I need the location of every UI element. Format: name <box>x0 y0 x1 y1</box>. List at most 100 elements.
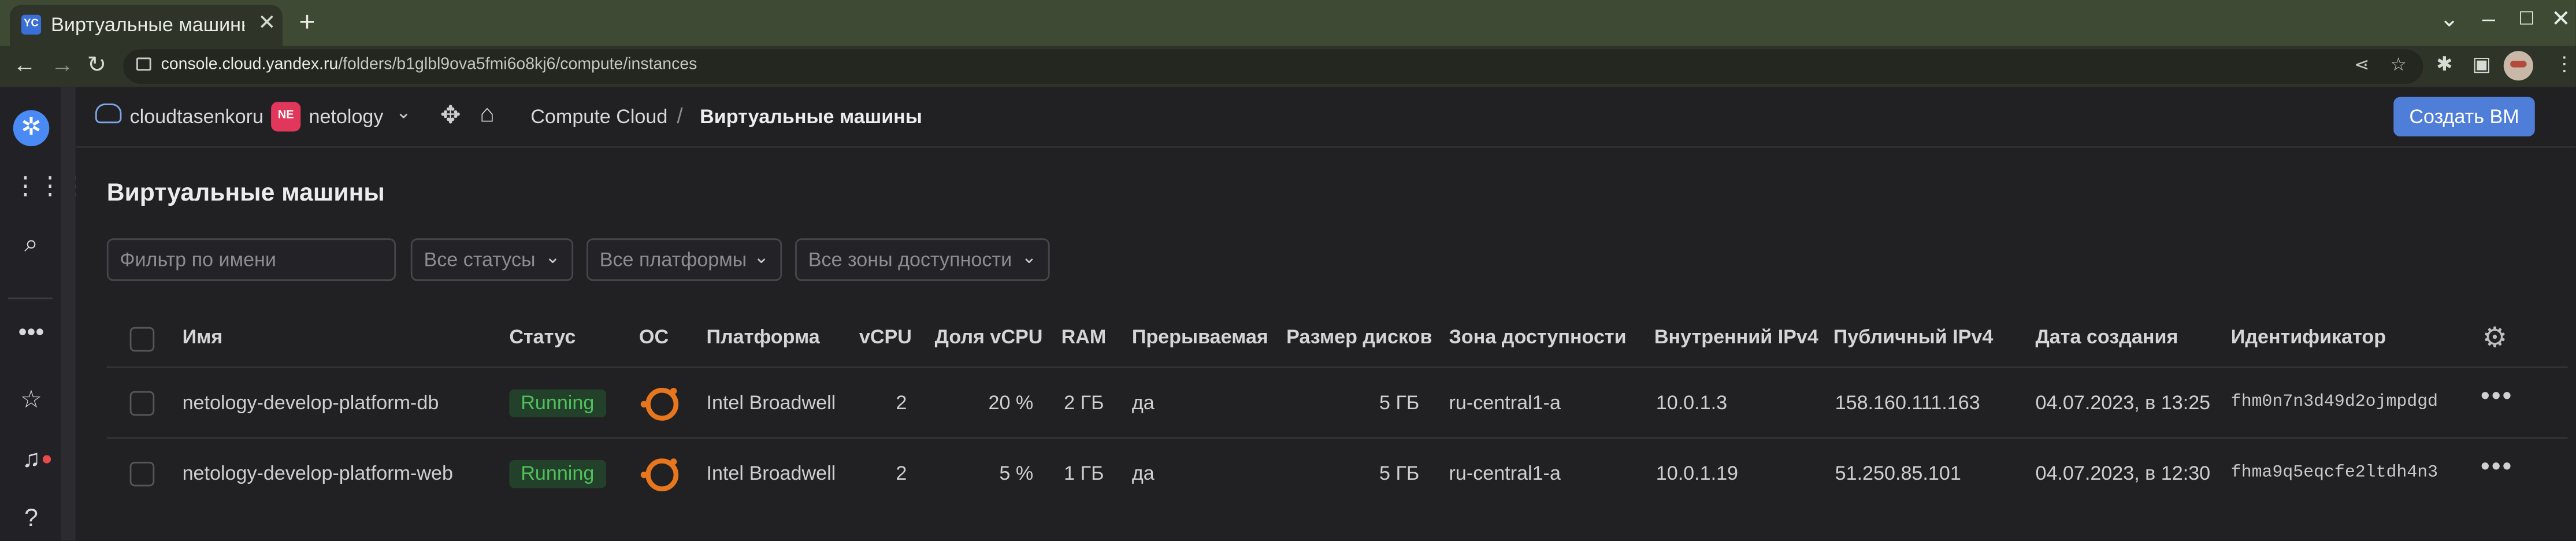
favorites-star-icon[interactable]: ☆ <box>13 383 50 419</box>
chevron-down-icon: ⌄ <box>1021 248 1037 268</box>
id-cell: fhma9q5eqcfe2ltdh4n3 <box>2230 463 2438 483</box>
column-header-vcpu-share[interactable]: Доля vCPU <box>935 325 1043 349</box>
table-settings-gear-icon[interactable]: ⚙ <box>2482 322 2507 355</box>
console-main: cloudtasenkoru NE netology ⌄ ✥ ⌂ Compute… <box>75 87 2576 541</box>
zone-filter-select[interactable]: Все зоны доступности ⌄ <box>795 238 1050 281</box>
new-tab-icon[interactable]: + <box>299 6 315 39</box>
resource-manager-icon[interactable]: ✥ <box>440 100 461 129</box>
internal-ip-cell: 10.0.1.19 <box>1656 461 1739 485</box>
row-actions-icon[interactable]: ••• <box>2481 383 2513 412</box>
extensions-icon[interactable]: ✱ <box>2436 53 2453 76</box>
browser-toolbar: ← → ↻ console.cloud.yandex.ru/folders/b1… <box>0 46 2576 87</box>
search-icon[interactable]: ⌕ <box>13 227 50 263</box>
select-all-checkbox[interactable] <box>129 327 155 352</box>
help-icon[interactable]: ? <box>13 501 50 538</box>
vm-name[interactable]: netology-develop-platform-web <box>183 462 453 485</box>
created-cell: 04.07.2023, в 13:25 <box>2035 391 2211 414</box>
header-divider <box>106 366 2568 368</box>
zone-cell: ru-central1-a <box>1449 461 1561 485</box>
ubuntu-icon <box>640 387 679 421</box>
row-actions-icon[interactable]: ••• <box>2481 454 2513 483</box>
platform-cell: Intel Broadwell <box>706 391 836 414</box>
breadcrumb-current: Виртуальные машины <box>700 105 922 128</box>
tab-title: Виртуальные машины | Y <box>51 13 244 36</box>
maximize-icon[interactable]: ☐ <box>2518 8 2534 29</box>
column-header-disk-size[interactable]: Размер дисков <box>1286 325 1432 349</box>
disk-size-cell: 5 ГБ <box>1379 391 1420 414</box>
status-badge: Running <box>509 389 606 418</box>
column-header-id[interactable]: Идентификатор <box>2231 325 2386 349</box>
vcpu-cell: 2 <box>896 461 907 485</box>
platform-filter-label: Все платформы <box>599 248 747 272</box>
close-window-icon[interactable]: ✕ <box>2551 5 2570 33</box>
profile-avatar[interactable] <box>2503 51 2533 81</box>
tab-search-chevron-icon[interactable]: ⌄ <box>2440 5 2459 33</box>
platform-cell: Intel Broadwell <box>706 461 836 485</box>
column-header-ram[interactable]: RAM <box>1061 325 1107 349</box>
nav-divider <box>8 297 53 299</box>
created-cell: 04.07.2023, в 12:30 <box>2035 461 2211 485</box>
folder-chevron-down-icon[interactable]: ⌄ <box>396 102 411 123</box>
disk-size-cell: 5 ГБ <box>1379 461 1420 485</box>
browser-tab[interactable]: YC Виртуальные машины | Y ✕ <box>10 5 283 46</box>
lock-icon <box>136 57 151 71</box>
preemptible-cell: да <box>1131 461 1155 485</box>
name-filter-placeholder: Фильтр по имени <box>120 248 276 272</box>
browser-menu-icon[interactable]: ⋮ <box>2555 53 2574 76</box>
row-divider <box>106 437 2568 439</box>
column-header-internal-ip[interactable]: Внутренний IPv4 <box>1654 325 1818 349</box>
chevron-down-icon: ⌄ <box>754 248 769 268</box>
vm-name[interactable]: netology-develop-platform-db <box>183 391 439 414</box>
column-header-os[interactable]: ОС <box>639 325 669 349</box>
column-header-public-ip[interactable]: Публичный IPv4 <box>1833 325 1994 349</box>
browser-tab-strip: YC Виртуальные машины | Y ✕ + ⌄ – ☐ ✕ <box>0 0 2576 46</box>
preemptible-cell: да <box>1131 391 1155 414</box>
column-header-zone[interactable]: Зона доступности <box>1449 325 1627 349</box>
status-filter-label: Все статусы <box>424 248 536 272</box>
row-checkbox[interactable] <box>129 461 155 487</box>
address-bar[interactable]: console.cloud.yandex.ru/folders/b1glbl9o… <box>123 49 2423 84</box>
back-icon[interactable]: ← <box>13 51 36 77</box>
internal-ip-cell: 10.0.1.3 <box>1656 391 1728 414</box>
side-panel-icon[interactable]: ▣ <box>2473 53 2491 76</box>
screen: YC Виртуальные машины | Y ✕ + ⌄ – ☐ ✕ ← … <box>0 0 2576 541</box>
home-icon[interactable]: ⌂ <box>480 100 495 128</box>
nav-strip <box>61 87 76 541</box>
url-text: console.cloud.yandex.ru/folders/b1glbl9o… <box>161 55 697 74</box>
status-badge: Running <box>509 460 606 488</box>
ram-cell: 2 ГБ <box>1064 391 1104 414</box>
platform-filter-select[interactable]: Все платформы ⌄ <box>586 238 782 281</box>
breadcrumb-compute-cloud[interactable]: Compute Cloud <box>530 105 667 128</box>
tab-close-icon[interactable]: ✕ <box>258 10 276 36</box>
column-header-name[interactable]: Имя <box>183 325 223 349</box>
more-icon[interactable]: ••• <box>13 316 50 352</box>
vcpu-cell: 2 <box>896 391 907 414</box>
create-vm-button[interactable]: Создать ВМ <box>2393 97 2535 136</box>
share-icon[interactable]: ⋖ <box>2354 54 2369 76</box>
row-checkbox[interactable] <box>129 391 155 416</box>
column-header-platform[interactable]: Платформа <box>706 325 819 349</box>
column-header-preemptible[interactable]: Прерываемая <box>1132 325 1268 349</box>
status-filter-select[interactable]: Все статусы ⌄ <box>410 238 574 281</box>
chevron-down-icon: ⌄ <box>545 248 561 268</box>
forward-icon[interactable]: → <box>51 51 74 77</box>
cloud-name[interactable]: cloudtasenkoru <box>130 105 263 128</box>
left-navigation: ✲ ⋮⋮⋮ ⌕ ••• ☆ ♫ ? <box>0 87 87 541</box>
all-services-icon[interactable]: ⋮⋮⋮ <box>13 169 87 206</box>
reload-icon[interactable]: ↻ <box>87 51 106 79</box>
ubuntu-icon <box>640 458 679 492</box>
name-filter-input[interactable]: Фильтр по имени <box>106 238 396 281</box>
public-ip-cell: 51.250.85.101 <box>1835 461 1961 485</box>
minimize-icon[interactable]: – <box>2482 5 2495 31</box>
column-header-status[interactable]: Статус <box>509 325 576 349</box>
console-header: cloudtasenkoru NE netology ⌄ ✥ ⌂ Compute… <box>75 87 2576 148</box>
vcpu-share-cell: 20 % <box>988 391 1034 414</box>
bookmark-star-icon[interactable]: ☆ <box>2391 54 2407 76</box>
breadcrumb-separator: / <box>677 103 683 128</box>
column-header-vcpu[interactable]: vCPU <box>859 325 912 349</box>
yandex-cloud-logo-icon[interactable]: ✲ <box>13 110 50 147</box>
ram-cell: 1 ГБ <box>1064 461 1104 485</box>
notification-dot <box>42 455 51 464</box>
column-header-created[interactable]: Дата создания <box>2035 325 2178 349</box>
folder-name[interactable]: netology <box>309 105 383 128</box>
